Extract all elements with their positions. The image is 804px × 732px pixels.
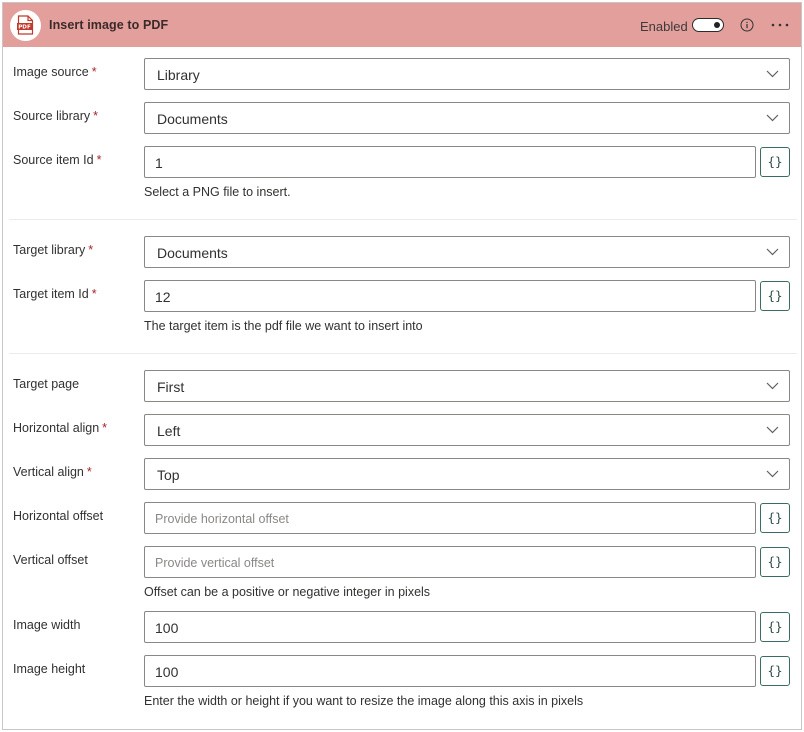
source-item-id-hint: Select a PNG file to insert. (144, 185, 291, 199)
info-icon[interactable] (740, 18, 754, 32)
chevron-down-icon (766, 114, 779, 122)
vertical-offset-label: Vertical offset (13, 553, 88, 567)
vertical-align-label: Vertical align * (13, 465, 92, 479)
target-item-id-field[interactable]: 12 (144, 280, 756, 312)
action-card: PDF Insert image to PDF Enabled Image so… (2, 2, 802, 730)
image-width-label: Image width (13, 618, 81, 632)
source-item-id-field[interactable]: 1 (144, 146, 756, 178)
image-source-label: Image source * (13, 65, 97, 79)
action-title: Insert image to PDF (49, 18, 169, 32)
target-library-dropdown[interactable]: Documents (144, 236, 790, 268)
dynamic-content-button[interactable]: {} (760, 281, 790, 311)
image-source-dropdown[interactable]: Library (144, 58, 790, 90)
target-item-id-label: Target item Id * (13, 287, 97, 301)
horizontal-align-dropdown[interactable]: Left (144, 414, 790, 446)
horizontal-offset-field[interactable]: Provide horizontal offset (144, 502, 756, 534)
target-library-label: Target library * (13, 243, 94, 257)
source-library-label: Source library * (13, 109, 98, 123)
dynamic-content-button[interactable]: {} (760, 147, 790, 177)
chevron-down-icon (766, 470, 779, 478)
chevron-down-icon (766, 382, 779, 390)
dynamic-content-button[interactable]: {} (760, 547, 790, 577)
chevron-down-icon (766, 70, 779, 78)
dynamic-content-button[interactable]: {} (760, 503, 790, 533)
image-size-hint: Enter the width or height if you want to… (144, 694, 584, 708)
toggle-knob (713, 21, 720, 28)
svg-text:PDF: PDF (18, 25, 31, 31)
section-divider (9, 353, 797, 354)
chevron-down-icon (766, 426, 779, 434)
dynamic-content-button[interactable]: {} (760, 656, 790, 686)
dynamic-content-button[interactable]: {} (760, 612, 790, 642)
vertical-offset-field[interactable]: Provide vertical offset (144, 546, 756, 578)
target-page-label: Target page (13, 377, 80, 391)
more-options-icon[interactable] (771, 23, 789, 27)
vertical-align-dropdown[interactable]: Top (144, 458, 790, 490)
image-height-label: Image height (13, 662, 86, 676)
section-divider (9, 219, 797, 220)
source-item-id-label: Source item Id * (13, 153, 102, 167)
horizontal-align-label: Horizontal align * (13, 421, 108, 435)
pdf-file-icon: PDF (10, 10, 41, 41)
image-width-field[interactable]: 100 (144, 611, 756, 643)
image-height-field[interactable]: 100 (144, 655, 756, 687)
horizontal-offset-label: Horizontal offset (13, 509, 104, 523)
chevron-down-icon (766, 248, 779, 256)
action-header[interactable]: PDF Insert image to PDF Enabled (3, 3, 801, 47)
enabled-toggle[interactable] (692, 18, 724, 32)
offset-hint: Offset can be a positive or negative int… (144, 585, 431, 599)
target-page-dropdown[interactable]: First (144, 370, 790, 402)
target-item-id-hint: The target item is the pdf file we want … (144, 319, 423, 333)
enabled-label: Enabled (640, 19, 688, 34)
source-library-dropdown[interactable]: Documents (144, 102, 790, 134)
